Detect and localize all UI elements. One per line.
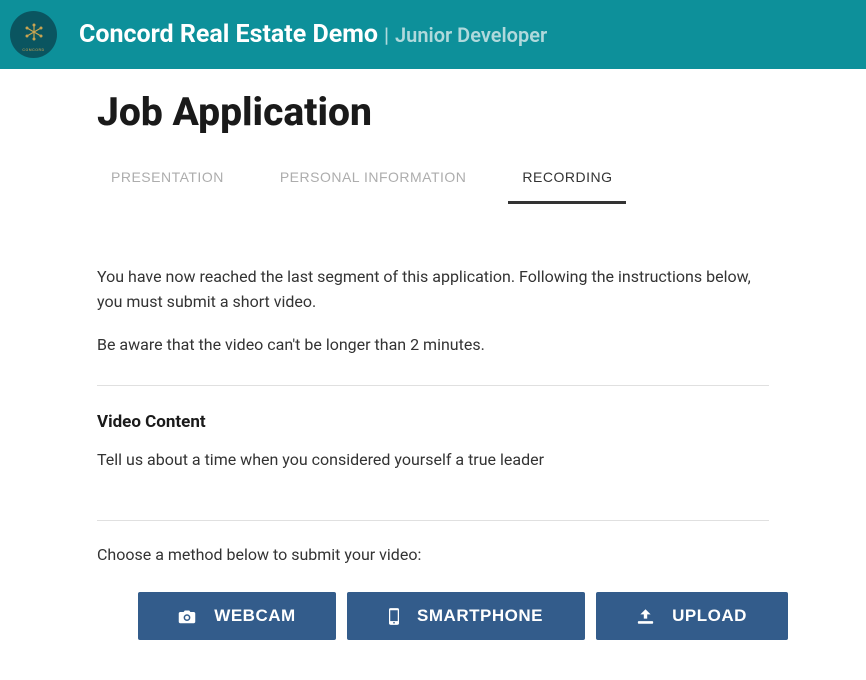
main-container: Job Application PRESENTATION PERSONAL IN…: [0, 69, 866, 680]
upload-icon: [637, 609, 654, 624]
app-header: CONCORD Concord Real Estate Demo | Junio…: [0, 0, 866, 69]
tab-presentation[interactable]: PRESENTATION: [97, 161, 238, 204]
section-divider-1: [97, 385, 769, 386]
intro-paragraph-1: You have now reached the last segment of…: [97, 265, 769, 315]
company-logo: CONCORD: [10, 11, 57, 58]
tab-personal-information[interactable]: PERSONAL INFORMATION: [266, 161, 481, 204]
tab-recording[interactable]: RECORDING: [508, 161, 626, 204]
smartphone-button-label: SMARTPHONE: [417, 606, 543, 626]
header-title-group: Concord Real Estate Demo | Junior Develo…: [79, 20, 547, 49]
upload-button-label: UPLOAD: [672, 606, 747, 626]
camera-icon: [178, 609, 196, 624]
company-name: Concord Real Estate Demo: [79, 20, 378, 49]
submit-method-buttons: WEBCAM SMARTPHONE UPLOAD: [97, 592, 769, 640]
section-divider-2: [97, 520, 769, 521]
tabs-nav: PRESENTATION PERSONAL INFORMATION RECORD…: [97, 161, 769, 203]
smartphone-icon: [389, 608, 399, 625]
video-content-prompt: Tell us about a time when you considered…: [97, 448, 769, 472]
webcam-button-label: WEBCAM: [214, 606, 295, 626]
page-title: Job Application: [97, 89, 769, 135]
intro-paragraph-2: Be aware that the video can't be longer …: [97, 333, 769, 358]
webcam-button[interactable]: WEBCAM: [138, 592, 336, 640]
upload-button[interactable]: UPLOAD: [596, 592, 788, 640]
job-title: Junior Developer: [395, 23, 547, 47]
smartphone-button[interactable]: SMARTPHONE: [347, 592, 585, 640]
video-content-heading: Video Content: [97, 412, 769, 432]
title-separator: |: [384, 23, 389, 47]
choose-method-text: Choose a method below to submit your vid…: [97, 545, 769, 564]
